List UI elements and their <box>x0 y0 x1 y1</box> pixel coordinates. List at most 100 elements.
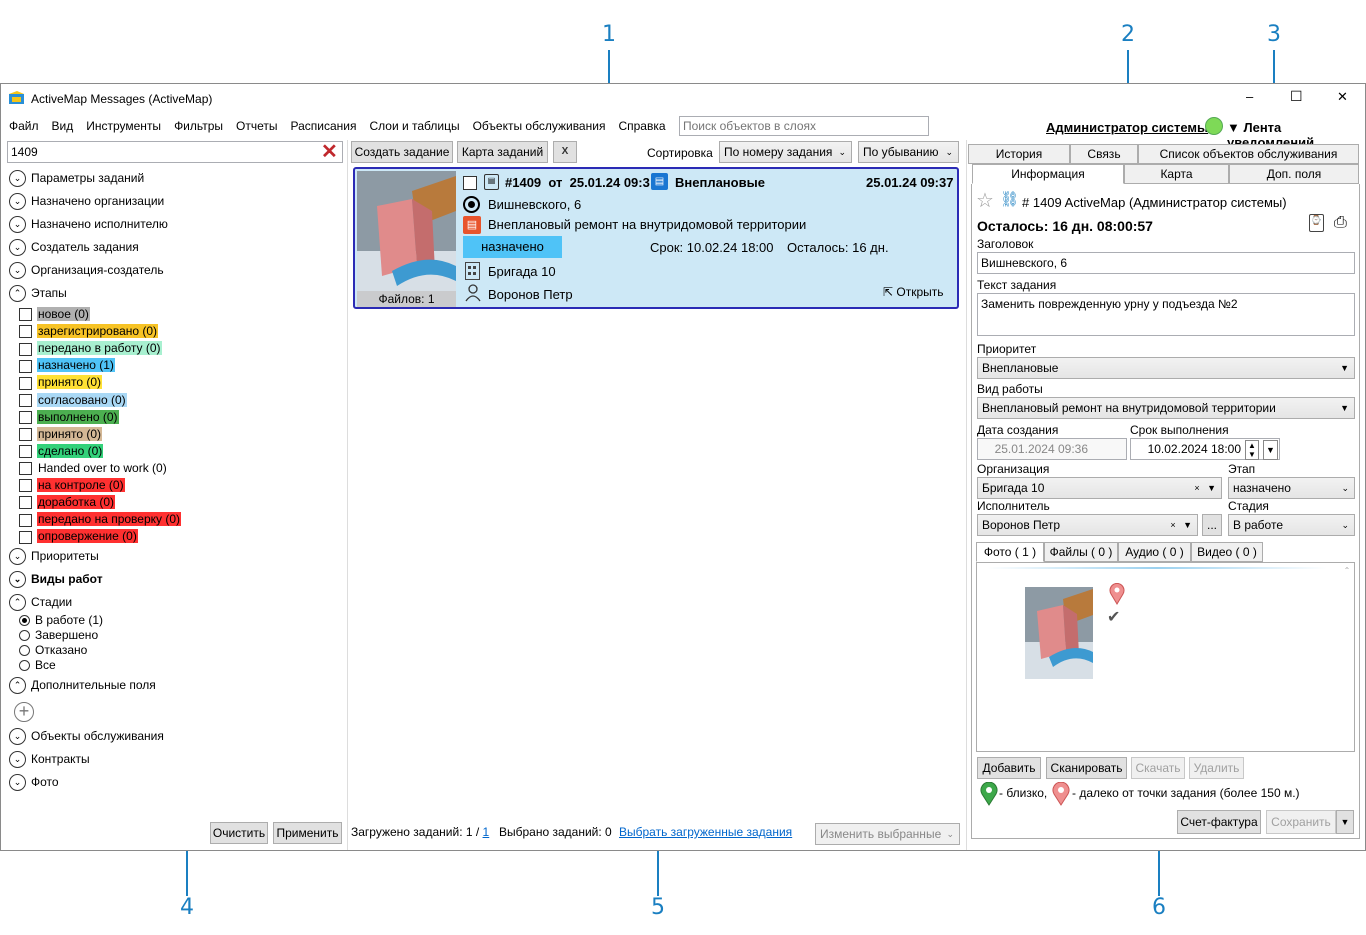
tab-map[interactable]: Карта <box>1124 164 1229 184</box>
stage-item[interactable]: выполнено (0) <box>19 409 119 426</box>
stage-item[interactable]: согласовано (0) <box>19 392 127 409</box>
change-selected-button[interactable]: Изменить выбранные ⌄ <box>815 823 960 845</box>
filter-creator[interactable]: ⌄ Создатель задания <box>9 237 139 257</box>
tab-extra-fields[interactable]: Доп. поля <box>1229 164 1359 184</box>
deadline-dropdown-icon[interactable]: ▼ <box>1263 440 1278 460</box>
stage-checkbox[interactable] <box>19 376 32 390</box>
save-dropdown-icon[interactable]: ▼ <box>1336 810 1354 834</box>
stage-checkbox[interactable] <box>19 462 32 476</box>
add-photo-button[interactable]: Добавить <box>977 757 1041 779</box>
print-icon[interactable]: ⎙ <box>1334 214 1347 232</box>
filter-priorities[interactable]: ⌄ Приоритеты <box>9 546 99 566</box>
filter-assigned-org[interactable]: ⌄ Назначено организации <box>9 191 164 211</box>
loaded-link[interactable]: 1 <box>483 825 490 839</box>
stage-item[interactable]: Handed over to work (0) <box>19 460 168 477</box>
download-button[interactable]: Скачать <box>1131 757 1185 779</box>
radio-button[interactable] <box>19 630 30 642</box>
save-button[interactable]: Сохранить <box>1266 810 1336 834</box>
stage-item[interactable]: передано на проверку (0) <box>19 511 182 528</box>
tab-audio[interactable]: Аудио ( 0 ) <box>1118 542 1191 562</box>
tab-info[interactable]: Информация <box>972 164 1124 184</box>
menu-view[interactable]: Вид <box>52 119 74 133</box>
menu-filters[interactable]: Фильтры <box>174 119 223 133</box>
stage-checkbox[interactable] <box>19 479 32 493</box>
tab-photo[interactable]: Фото ( 1 ) <box>976 542 1044 562</box>
stage-checkbox[interactable] <box>19 410 32 424</box>
radio-button[interactable] <box>19 615 30 627</box>
stage-checkbox[interactable] <box>19 325 32 339</box>
layer-search-input[interactable] <box>679 116 929 136</box>
title-field[interactable]: Вишневского, 6 <box>977 252 1355 274</box>
menu-reports[interactable]: Отчеты <box>236 119 277 133</box>
stage-item[interactable]: принято (0) <box>19 374 103 391</box>
stage-item[interactable]: сделано (0) <box>19 443 104 460</box>
stadia-option[interactable]: Все <box>19 657 56 674</box>
stage-item[interactable]: на контроле (0) <box>19 477 125 494</box>
add-field-icon[interactable]: + <box>14 702 34 722</box>
priority-select[interactable]: Внеплановые ▼ <box>977 357 1355 379</box>
text-field[interactable]: Заменить поврежденную урну у подъезда №2 <box>977 293 1355 336</box>
scan-button[interactable]: Сканировать <box>1046 757 1127 779</box>
filter-service-objects[interactable]: ⌄ Объекты обслуживания <box>9 726 164 746</box>
stage-item[interactable]: принято (0) <box>19 426 103 443</box>
filter-extra-fields[interactable]: ⌃ Дополнительные поля <box>9 675 156 695</box>
task-search-input[interactable]: 1409 <box>7 141 343 163</box>
stage-checkbox[interactable] <box>19 359 32 373</box>
invoice-button[interactable]: Счет-фактура <box>1177 810 1261 834</box>
filter-task-params[interactable]: ⌄ Параметры заданий <box>9 168 144 188</box>
menu-file[interactable]: Файл <box>9 119 39 133</box>
tab-link[interactable]: Связь <box>1070 144 1138 164</box>
radio-button[interactable] <box>19 645 30 657</box>
menu-help[interactable]: Справка <box>618 119 665 133</box>
filter-stages[interactable]: ⌃ Этапы <box>9 283 67 303</box>
stage-item[interactable]: передано в работу (0) <box>19 340 162 357</box>
menu-schedules[interactable]: Расписания <box>290 119 356 133</box>
menu-tools[interactable]: Инструменты <box>86 119 161 133</box>
stage-item[interactable]: доработка (0) <box>19 494 115 511</box>
radio-button[interactable] <box>19 660 30 672</box>
user-name-link[interactable]: Администратор системы <box>1046 120 1208 135</box>
star-icon[interactable]: ☆ <box>976 188 994 213</box>
org-select[interactable]: Бригада 10 × ▼ <box>977 477 1222 499</box>
exec-more-button[interactable]: ... <box>1202 514 1222 536</box>
stage-select[interactable]: назначено ⌄ <box>1228 477 1355 499</box>
stage-item[interactable]: опровержение (0) <box>19 528 138 545</box>
open-task-link[interactable]: ⇱ Открыть <box>883 285 944 299</box>
stage-checkbox[interactable] <box>19 393 32 407</box>
clear-button[interactable]: Очистить <box>210 822 268 844</box>
create-task-button[interactable]: Создать задание <box>351 141 453 163</box>
stage-checkbox[interactable] <box>19 496 32 510</box>
filter-assigned-exec[interactable]: ⌄ Назначено исполнителю <box>9 214 168 234</box>
task-photo-thumbnail[interactable]: Файлов: 1 <box>357 171 456 307</box>
apply-button[interactable]: Применить <box>273 822 342 844</box>
filter-stadia[interactable]: ⌃ Стадии <box>9 592 72 612</box>
stage-item[interactable]: новое (0) <box>19 306 90 323</box>
stadia-select[interactable]: В работе ⌄ <box>1228 514 1355 536</box>
maximize-button[interactable]: ☐ <box>1290 88 1303 105</box>
tab-objects-list[interactable]: Список объектов обслуживания <box>1138 144 1359 164</box>
stage-item[interactable]: зарегистрировано (0) <box>19 323 159 340</box>
menu-layers[interactable]: Слои и таблицы <box>369 119 459 133</box>
work-type-select[interactable]: Внеплановый ремонт на внутридомовой терр… <box>977 397 1355 419</box>
tab-video[interactable]: Видео ( 0 ) <box>1191 542 1263 562</box>
filter-photo[interactable]: ⌄ Фото <box>9 772 59 792</box>
stage-checkbox[interactable] <box>19 513 32 527</box>
stage-checkbox[interactable] <box>19 530 32 544</box>
delete-button[interactable]: Удалить <box>1189 757 1244 779</box>
exec-select[interactable]: Воронов Петр × ▼ <box>977 514 1198 536</box>
stage-checkbox[interactable] <box>19 308 32 322</box>
filter-contracts[interactable]: ⌄ Контракты <box>9 749 90 769</box>
select-loaded-link[interactable]: Выбрать загруженные задания <box>619 825 792 839</box>
stage-checkbox[interactable] <box>19 428 32 442</box>
stage-item[interactable]: назначено (1) <box>19 357 115 374</box>
report-icon[interactable]: ⌚ <box>1309 214 1324 232</box>
scrollbar[interactable]: ⌃ <box>1341 565 1353 749</box>
clear-search-icon[interactable]: ✕ <box>321 142 338 162</box>
stage-checkbox[interactable] <box>19 445 32 459</box>
menu-objects[interactable]: Объекты обслуживания <box>473 119 606 133</box>
sort-direction-select[interactable]: По убыванию ⌄ <box>858 141 959 163</box>
deadline-spin-icon[interactable]: ▲ ▼ <box>1245 440 1259 460</box>
filter-work-types[interactable]: ⌄ Виды работ <box>9 569 103 589</box>
close-button[interactable]: ✕ <box>1337 89 1348 105</box>
task-map-button[interactable]: Карта заданий <box>457 141 548 163</box>
